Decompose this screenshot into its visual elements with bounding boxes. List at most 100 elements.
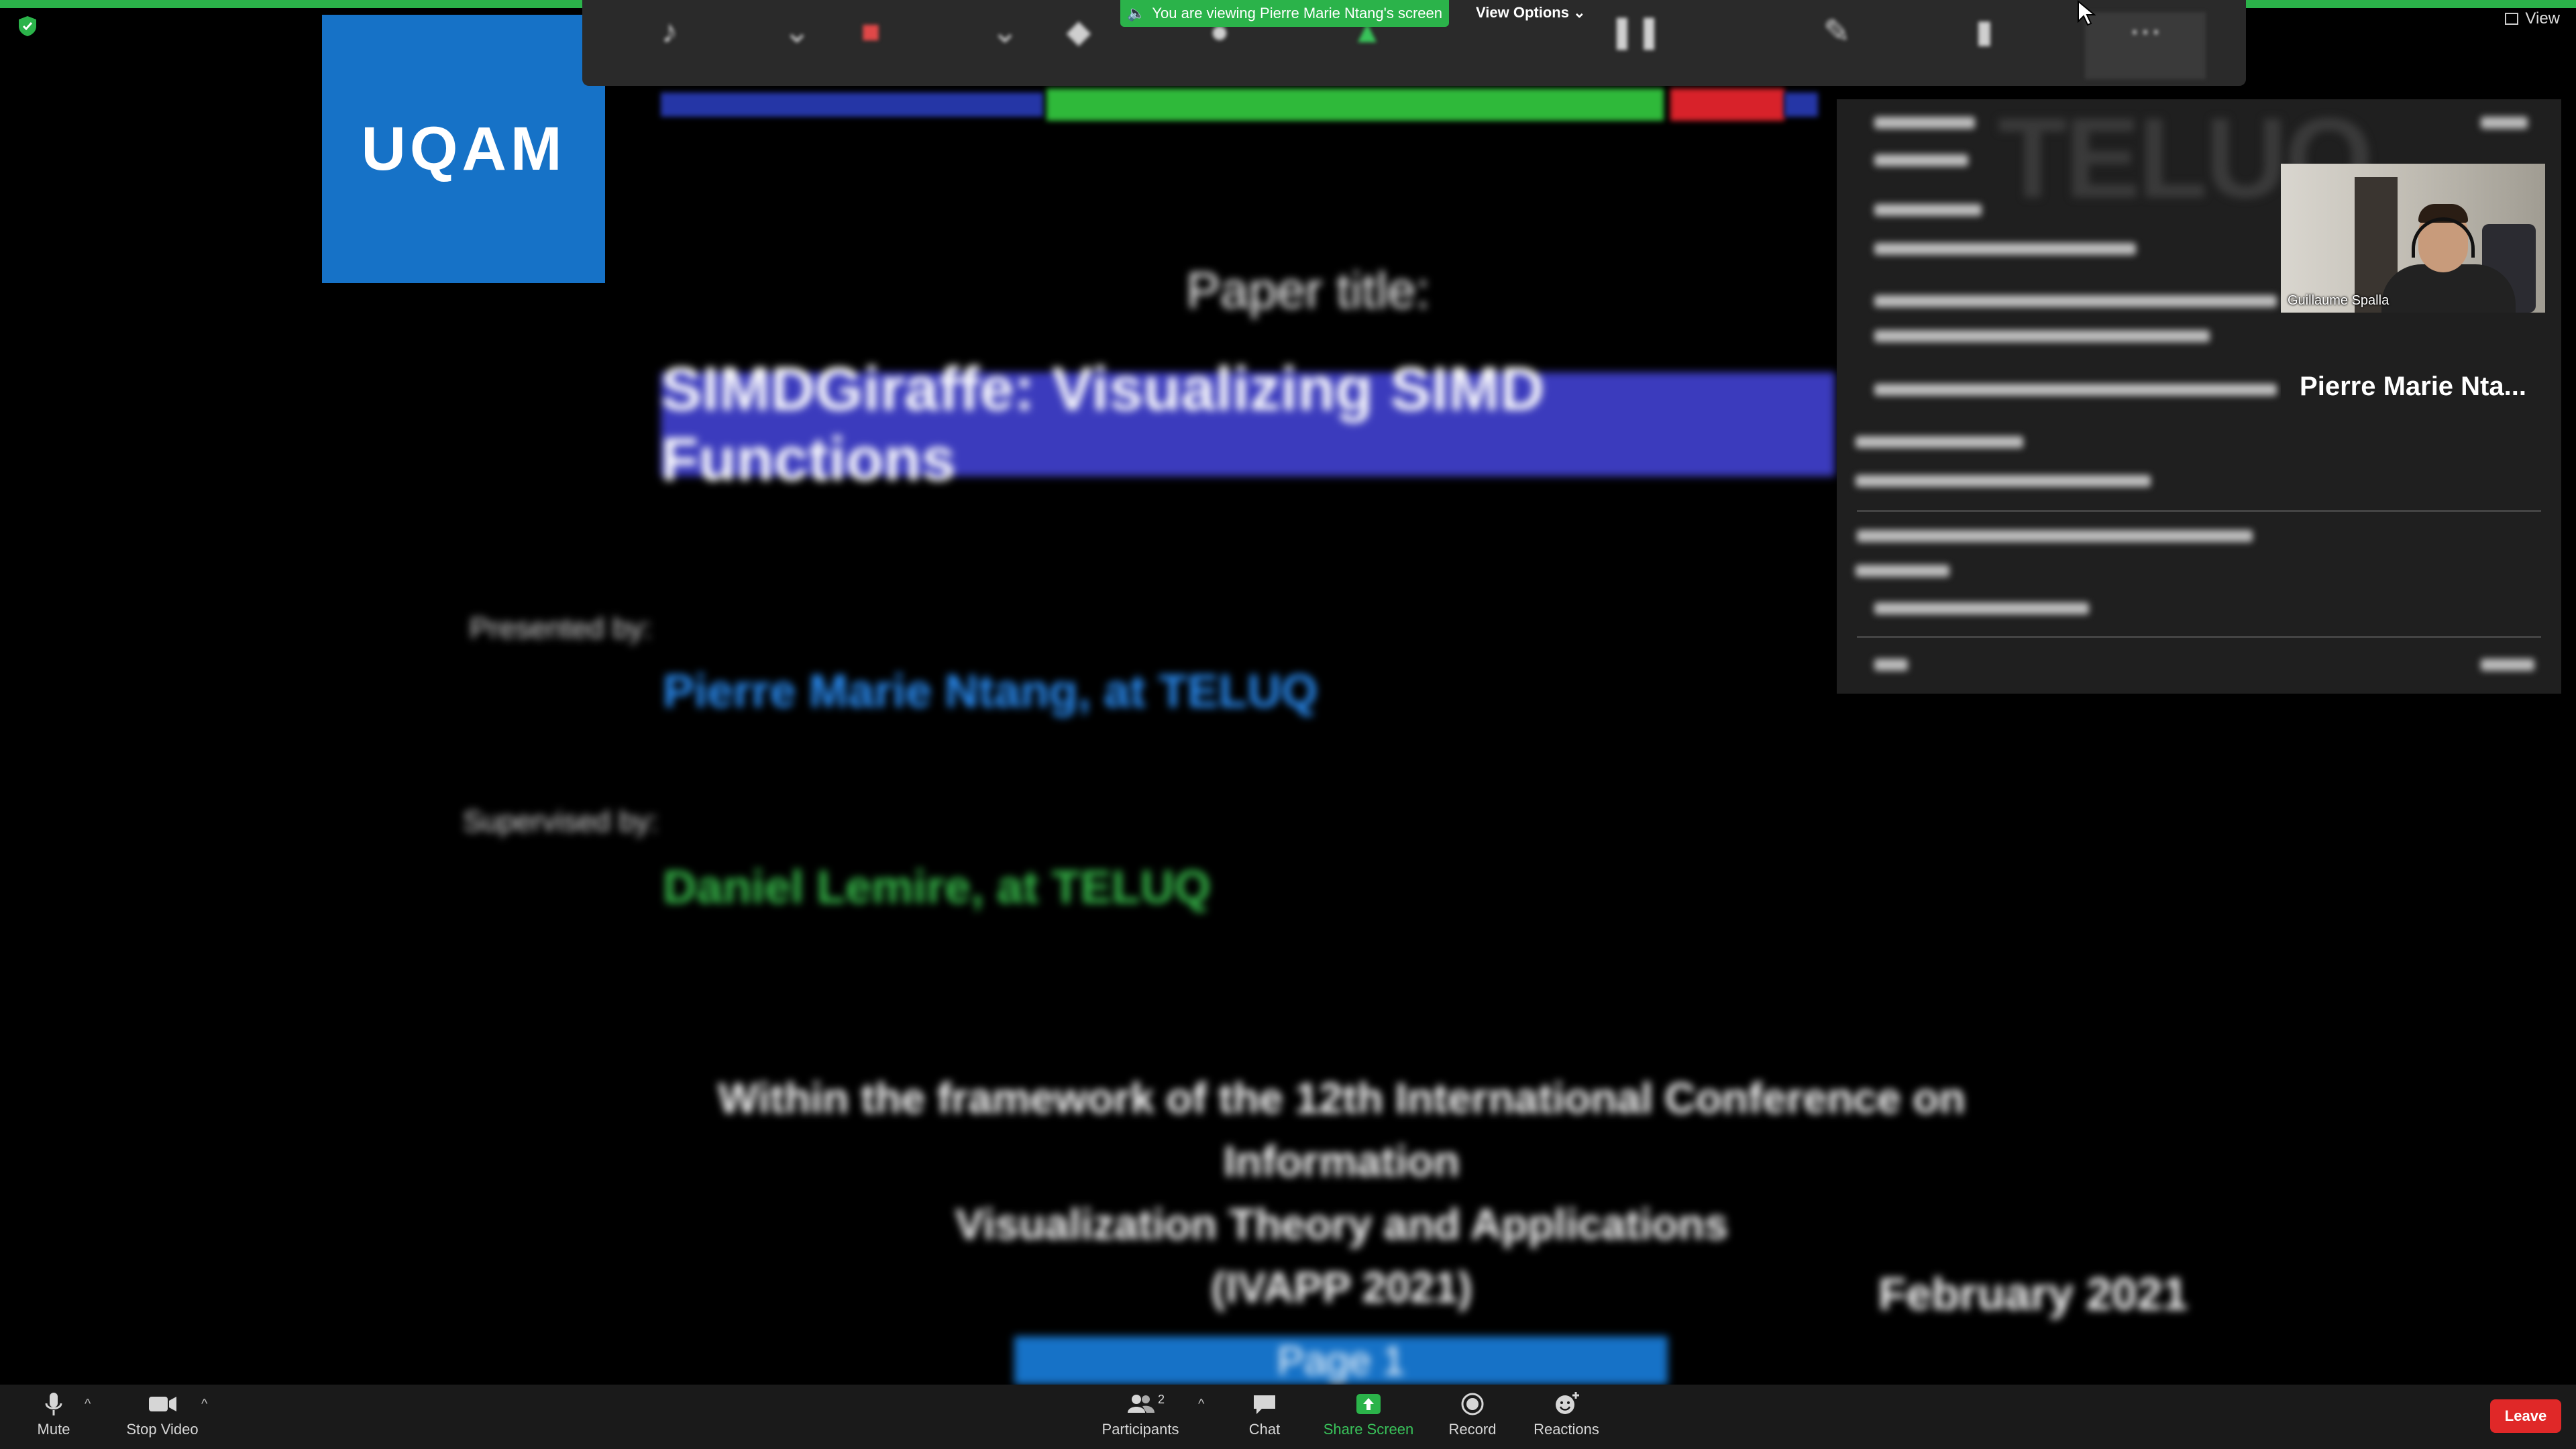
viewing-banner-text: You are viewing Pierre Marie Ntang's scr… — [1152, 5, 1442, 21]
notes-line — [1874, 204, 1982, 216]
share-screen-button[interactable]: Share Screen — [1320, 1390, 1417, 1438]
notes-line — [1856, 475, 2151, 487]
toolbar-more[interactable]: ▮​ — [1924, 12, 2045, 79]
conference-line-3: (IVAPP 2021) — [1211, 1263, 1472, 1311]
uqam-logo: UQAM — [322, 15, 605, 283]
grid-view-icon — [2505, 13, 2519, 25]
microphone-icon — [45, 1393, 62, 1415]
stop-video-button[interactable]: Stop Video — [121, 1390, 204, 1438]
mic-icon: ♪ — [661, 14, 678, 50]
document-icon: ▮ — [1975, 14, 1994, 50]
notes-line — [1856, 436, 2023, 448]
toolbar-label: ​ — [1159, 58, 1280, 75]
toolbar-video[interactable]: ■​ — [810, 12, 931, 79]
toolbar-label: ​ — [1018, 58, 1139, 75]
meeting-controls-bar: Mute ^ Stop Video ^ 2 Participants ^ Cha… — [0, 1385, 2576, 1449]
reactions-label: Reactions — [1534, 1421, 1599, 1438]
inner-share-banner — [1046, 89, 1664, 121]
view-button-label: View — [2525, 9, 2560, 28]
inner-toolbar-strip — [661, 93, 1043, 117]
notes-line — [2481, 659, 2534, 671]
slide-page-button: Page 1 — [1014, 1336, 1668, 1385]
chevron-up-icon[interactable]: ^ — [1198, 1397, 1204, 1412]
video-camera-icon — [149, 1397, 176, 1411]
toolbar-label: ​ — [1307, 58, 1428, 75]
inner-toolbar-end — [1784, 93, 1818, 117]
participants-button[interactable]: 2 Participants — [1087, 1390, 1194, 1438]
notes-line — [1874, 243, 2136, 255]
notes-line — [1874, 659, 1908, 671]
participants-count: 2 — [1158, 1393, 1165, 1406]
chat-bubble-icon — [1254, 1395, 1275, 1414]
record-button[interactable]: Record — [1442, 1390, 1503, 1438]
notes-line — [1874, 384, 2277, 396]
participants-icon — [1128, 1395, 1155, 1413]
toolbar-mute[interactable]: ♪​ — [609, 12, 730, 79]
notes-divider — [1857, 636, 2541, 638]
speaker-icon: 🔈 — [1126, 5, 1146, 21]
pause-icon: ❚❚ — [1608, 14, 1663, 50]
conference-line-2: Visualization Theory and Applications — [955, 1200, 1729, 1248]
toolbar-overflow[interactable]: ⋯ — [2085, 12, 2206, 79]
view-options-label: View Options — [1476, 4, 1569, 21]
notes-line — [1874, 295, 2277, 307]
cursor-icon — [2078, 0, 2096, 26]
supervisor-name: Daniel Lemire, at TELUQ — [663, 861, 1211, 913]
share-screen-icon — [1356, 1394, 1381, 1414]
chevron-down-icon: ⌄ — [1573, 4, 1586, 21]
presented-by-label: Presented by: — [470, 612, 652, 645]
mute-label: Mute — [37, 1421, 70, 1438]
shield-icon — [19, 16, 36, 36]
participant-video-tile[interactable]: Guillaume Spalla — [2281, 164, 2545, 313]
participants-label: Participants — [1102, 1421, 1179, 1438]
conference-text: Within the framework of the 12th Interna… — [631, 1067, 2053, 1319]
notes-line — [1874, 117, 1975, 129]
toolbar-label: ​ — [609, 58, 730, 75]
toolbar-label: ​ — [1776, 58, 1897, 75]
leave-button[interactable]: Leave — [2490, 1399, 2561, 1433]
notes-divider — [1857, 510, 2541, 512]
toolbar-label: ​ — [1575, 58, 1696, 75]
logo-text: UQAM — [361, 114, 566, 183]
leave-label: Leave — [2504, 1407, 2547, 1424]
slide-date: February 2021 — [1878, 1269, 2188, 1320]
slide-page-button-label: Page 1 — [1277, 1338, 1405, 1383]
slide-title: SIMDGiraffe: Visualizing SIMD Functions — [661, 354, 1545, 494]
more-icon: ⋯ — [2129, 14, 2161, 50]
toolbar-label: ​ — [1924, 58, 2045, 75]
paper-title-label: Paper title: — [1186, 262, 1430, 319]
chat-label: Chat — [1248, 1421, 1281, 1438]
camera-off-icon: ■ — [861, 14, 881, 50]
viewing-screen-banner: 🔈 You are viewing Pierre Marie Ntang's s… — [1120, 0, 1449, 27]
conference-line-1: Within the framework of the 12th Interna… — [718, 1074, 1966, 1185]
notes-line — [1874, 330, 2210, 342]
reactions-button[interactable]: Reactions — [1529, 1390, 1603, 1438]
pen-icon: ✎ — [1823, 14, 1851, 50]
view-button[interactable]: View — [2505, 9, 2560, 28]
chevron-up-icon[interactable]: ^ — [85, 1397, 91, 1412]
notes-line — [1857, 530, 2253, 542]
inner-stop-share-button — [1670, 89, 1784, 121]
supervised-by-label: Supervised by: — [463, 805, 659, 838]
record-icon — [1461, 1393, 1484, 1415]
view-options-menu[interactable]: View Options ⌄ — [1476, 4, 1586, 21]
video-participant-name: Guillaume Spalla — [2288, 293, 2390, 308]
notes-line — [1874, 602, 2089, 614]
participant-name-tile[interactable]: Pierre Marie Nta... — [2281, 313, 2545, 460]
toolbar-label: ​ — [810, 58, 931, 75]
toolbar-pause[interactable]: ❚❚ ​ — [1575, 12, 1696, 79]
toolbar-annotate[interactable]: ✎​ — [1776, 12, 1897, 79]
smiley-plus-icon — [1556, 1392, 1579, 1414]
share-screen-label: Share Screen — [1323, 1421, 1414, 1438]
notes-line — [2481, 117, 2528, 129]
presenter-name: Pierre Marie Ntang, at TELUQ — [663, 665, 1318, 717]
chat-button[interactable]: Chat — [1234, 1390, 1295, 1438]
stop-video-label: Stop Video — [126, 1421, 199, 1438]
chevron-up-icon[interactable]: ^ — [201, 1397, 207, 1412]
notes-line — [1856, 565, 1949, 577]
mute-button[interactable]: Mute — [27, 1390, 80, 1438]
notes-line — [1874, 154, 1968, 166]
slide-title-bar: SIMDGiraffe: Visualizing SIMD Functions — [661, 355, 1835, 494]
participant-name: Pierre Marie Nta... — [2300, 371, 2526, 401]
record-label: Record — [1448, 1421, 1497, 1438]
